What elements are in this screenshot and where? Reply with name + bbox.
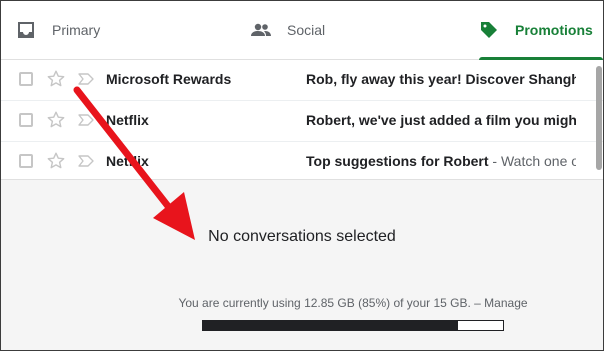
tab-primary[interactable]: Primary [16, 1, 100, 59]
importance-marker-icon[interactable] [77, 72, 95, 86]
storage-progress-fill [203, 321, 458, 330]
email-row[interactable]: Microsoft Rewards Rob, fly away this yea… [1, 60, 603, 101]
storage-progress-bar [202, 320, 504, 331]
tab-social-label: Social [287, 22, 326, 38]
email-subject: Robert, we've just added a film you migh… [306, 112, 576, 128]
email-subject-line: Robert, we've just added a film you migh… [306, 112, 576, 128]
gmail-window: Primary Social Promotions Microsoft Rewa… [0, 0, 604, 351]
select-checkbox[interactable] [19, 154, 33, 168]
reading-pane: No conversations selected You are curren… [1, 179, 603, 350]
importance-marker-icon[interactable] [77, 113, 95, 127]
email-list: Microsoft Rewards Rob, fly away this yea… [1, 60, 603, 183]
inbox-icon [16, 20, 36, 40]
email-row[interactable]: Netflix Top suggestions for Robert - Wat… [1, 142, 603, 183]
tab-social[interactable]: Social [251, 1, 325, 59]
email-subject: Rob, fly away this year! Discover Shangh… [306, 71, 576, 87]
select-checkbox[interactable] [19, 113, 33, 127]
email-subject-line: Rob, fly away this year! Discover Shangh… [306, 71, 576, 87]
category-tabs: Primary Social Promotions [1, 1, 603, 60]
no-conversation-message: No conversations selected [208, 228, 396, 245]
importance-marker-icon[interactable] [77, 154, 95, 168]
star-icon[interactable] [46, 69, 66, 89]
email-list-scrollbar[interactable] [595, 60, 603, 179]
tab-primary-label: Primary [52, 22, 101, 38]
storage-usage-label: You are currently using 12.85 GB (85%) o… [178, 296, 481, 310]
scrollbar-thumb[interactable] [596, 66, 602, 170]
tag-icon [479, 20, 499, 40]
storage-usage-text: You are currently using 12.85 GB (85%) o… [1, 296, 603, 310]
email-snippet: - Watch one of [488, 153, 576, 169]
email-sender: Netflix [106, 112, 149, 128]
email-row[interactable]: Netflix Robert, we've just added a film … [1, 101, 603, 142]
tab-promotions-label: Promotions [515, 22, 593, 38]
email-sender: Microsoft Rewards [106, 71, 232, 87]
manage-storage-link[interactable]: Manage [484, 296, 527, 310]
email-subject: Top suggestions for Robert [306, 153, 489, 169]
star-icon[interactable] [46, 151, 66, 171]
select-checkbox[interactable] [19, 72, 33, 86]
people-icon [251, 20, 271, 40]
email-sender: Netflix [106, 153, 149, 169]
email-subject-line: Top suggestions for Robert - Watch one o… [306, 153, 576, 169]
star-icon[interactable] [46, 110, 66, 130]
tab-promotions[interactable]: Promotions [479, 1, 603, 60]
